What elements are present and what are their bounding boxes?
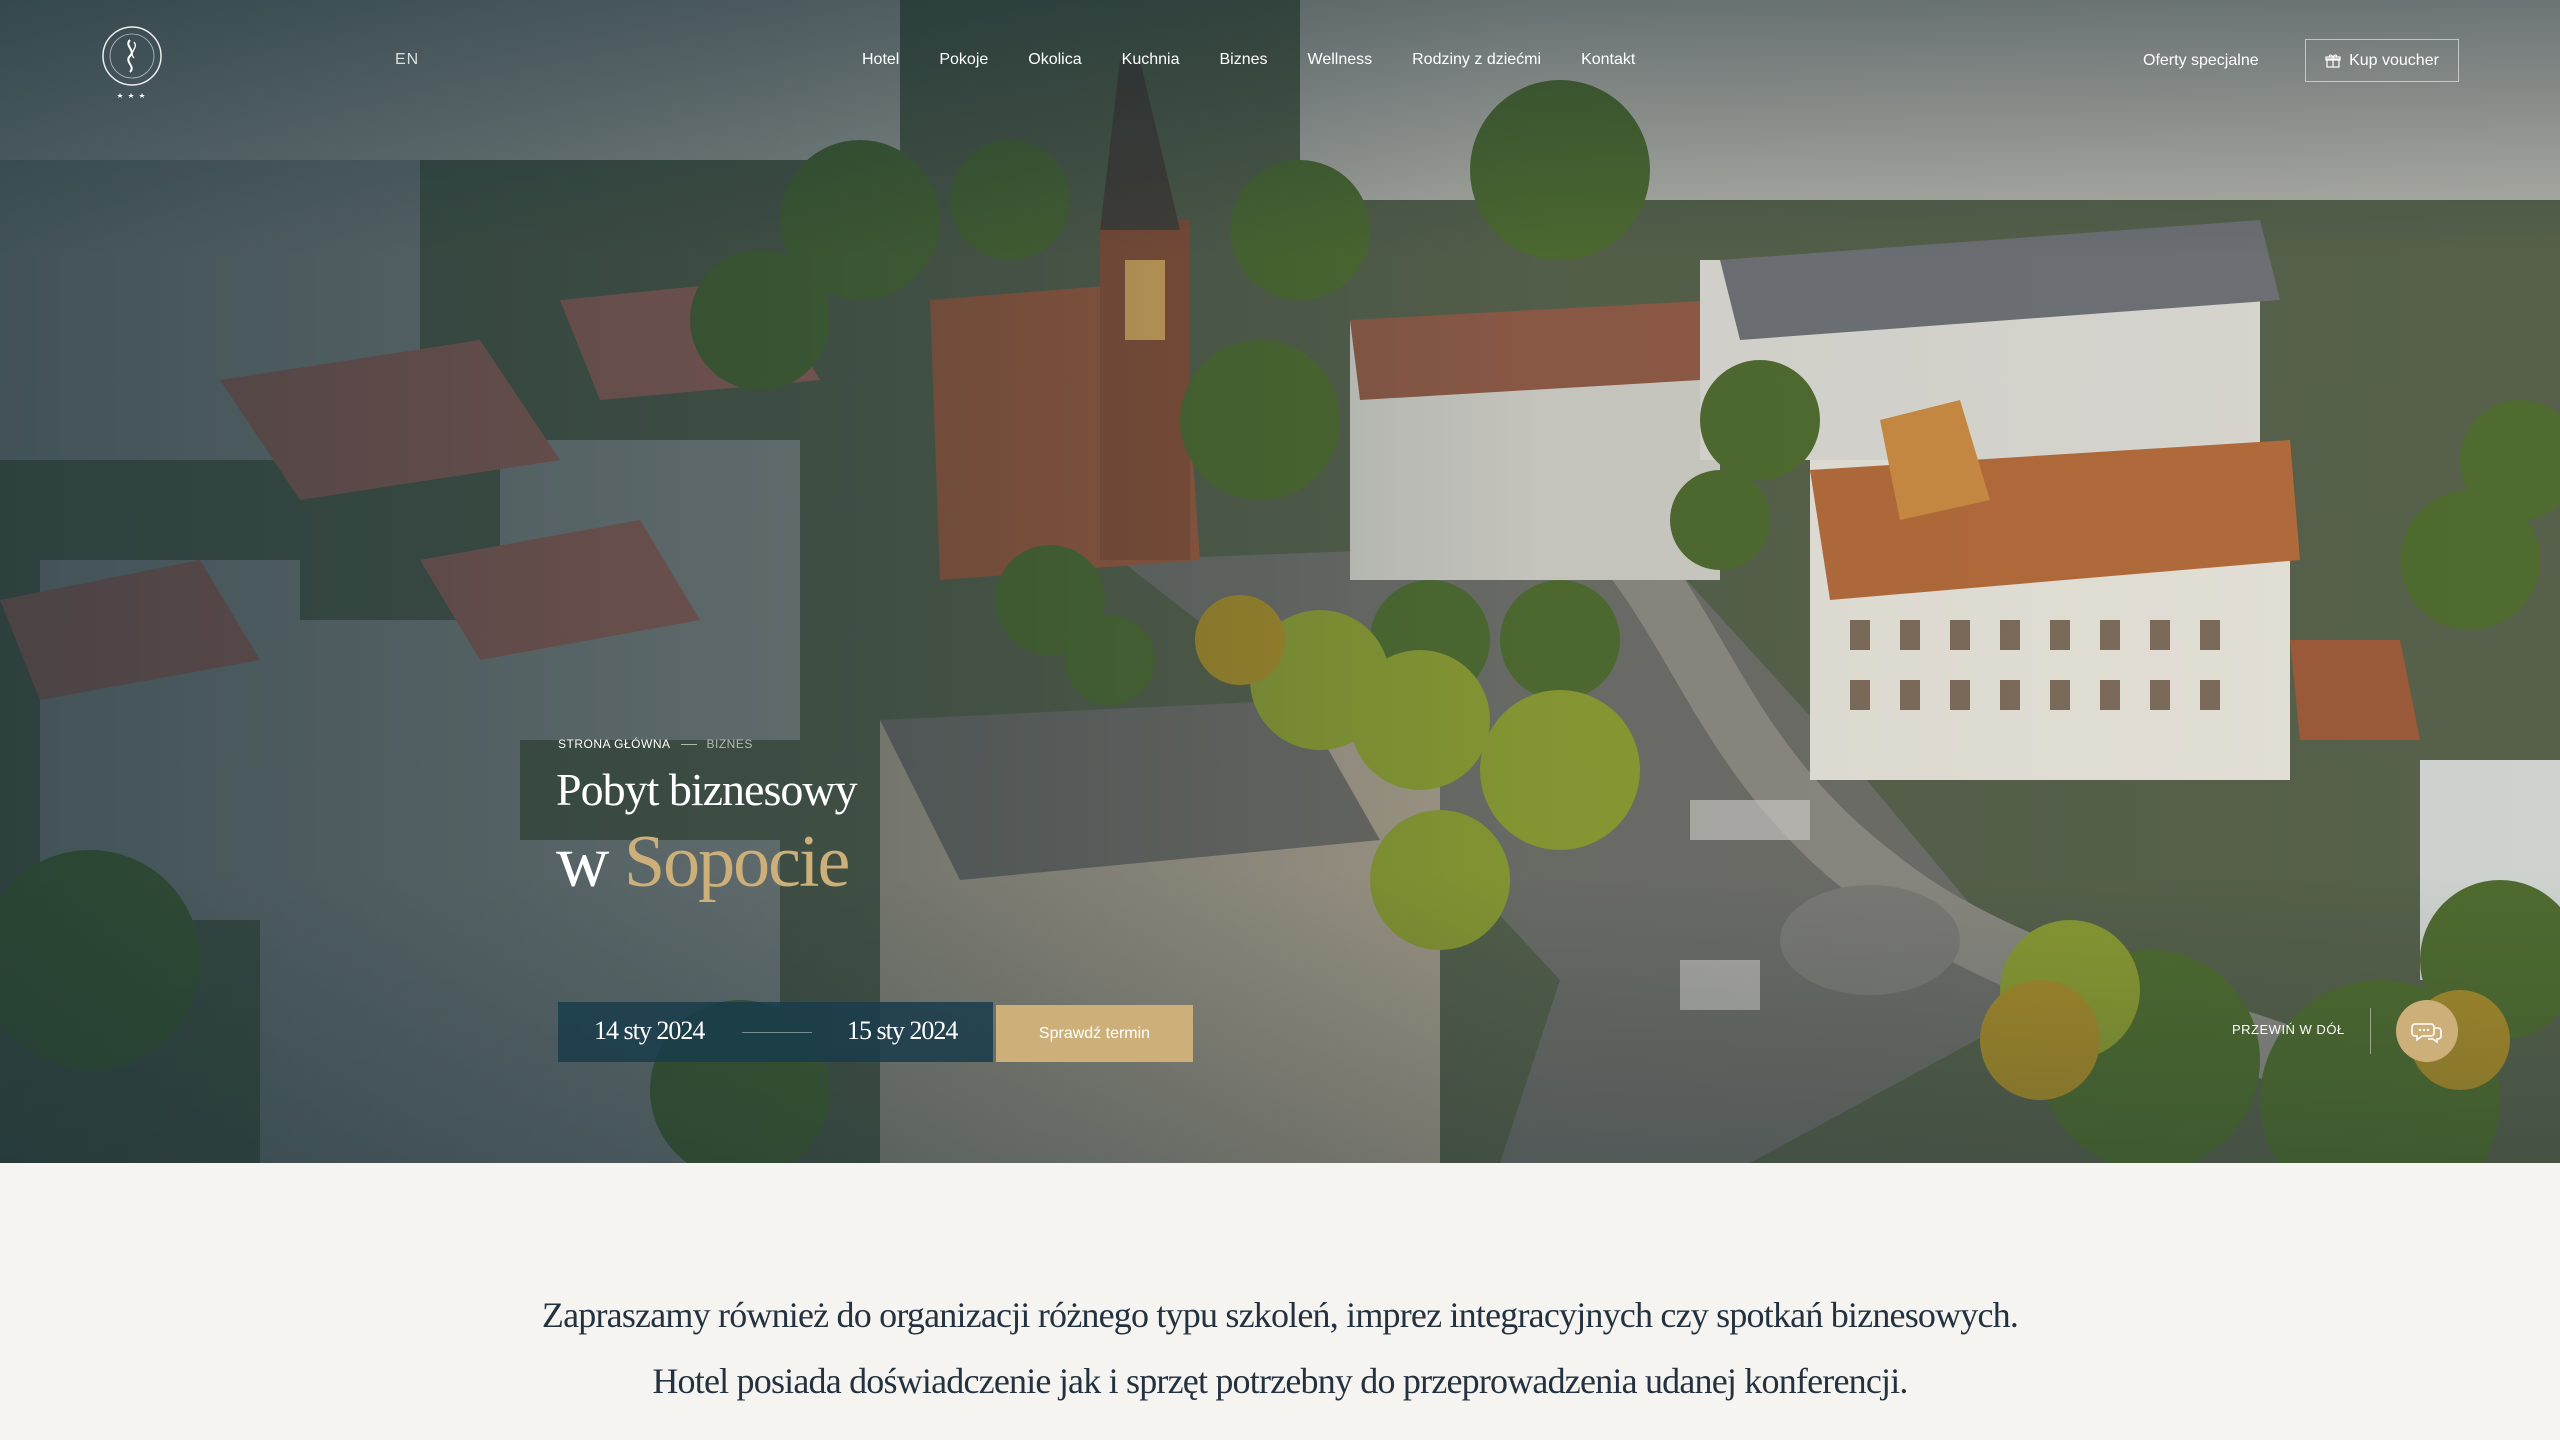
- main-navigation: Hotel Pokoje Okolica Kuchnia Biznes Well…: [862, 48, 1635, 72]
- nav-item-pokoje[interactable]: Pokoje: [939, 48, 988, 72]
- hotel-crest-logo: [102, 26, 162, 98]
- check-out-date[interactable]: 15 sty 2024: [847, 1016, 958, 1046]
- hotel-logo[interactable]: [96, 18, 168, 106]
- page-title-prefix: w: [556, 821, 609, 903]
- breadcrumb-separator: [680, 743, 697, 745]
- nav-item-kontakt[interactable]: Kontakt: [1581, 48, 1635, 72]
- breadcrumb-current: BIZNES: [706, 737, 753, 751]
- chat-button[interactable]: [2396, 1000, 2458, 1062]
- scroll-divider: [2370, 1008, 2371, 1054]
- buy-voucher-label: Kup voucher: [2349, 51, 2439, 69]
- page-title-line2: w Sopocie: [556, 817, 850, 907]
- special-offers-link[interactable]: Oferty specjalne: [2143, 49, 2259, 73]
- nav-item-wellness[interactable]: Wellness: [1308, 48, 1373, 72]
- intro-section: Zapraszamy również do organizacji różneg…: [0, 1163, 2560, 1440]
- scroll-down-link[interactable]: PRZEWIŃ W DÓŁ: [2232, 1022, 2345, 1037]
- nav-item-rodziny[interactable]: Rodziny z dziećmi: [1412, 48, 1541, 72]
- page-title-accent: Sopocie: [623, 821, 850, 903]
- intro-line-1: Zapraszamy również do organizacji różneg…: [541, 1295, 2019, 1335]
- nav-item-hotel[interactable]: Hotel: [862, 48, 899, 72]
- hero-overlay: [0, 0, 2560, 1163]
- nav-item-kuchnia[interactable]: Kuchnia: [1122, 48, 1180, 72]
- chat-bubbles-icon: [2411, 1023, 2442, 1044]
- buy-voucher-button[interactable]: Kup voucher: [2305, 39, 2459, 82]
- breadcrumb: STRONA GŁÓWNA BIZNES: [558, 737, 753, 751]
- check-in-date[interactable]: 14 sty 2024: [594, 1016, 705, 1046]
- intro-line-2: Hotel posiada doświadczenie jak i sprzęt…: [652, 1361, 1908, 1401]
- date-range-separator: [742, 1032, 812, 1033]
- page-title-line1: Pobyt biznesowy: [556, 764, 858, 815]
- breadcrumb-home[interactable]: STRONA GŁÓWNA: [558, 737, 671, 751]
- nav-item-okolica[interactable]: Okolica: [1028, 48, 1081, 72]
- booking-date-range: 14 sty 2024 15 sty 2024: [558, 1002, 993, 1062]
- language-switch-en[interactable]: EN: [395, 51, 419, 69]
- gift-icon: [2325, 54, 2341, 68]
- nav-item-biznes[interactable]: Biznes: [1219, 48, 1267, 72]
- check-availability-button[interactable]: Sprawdź termin: [996, 1005, 1193, 1062]
- hero-section: [0, 0, 2560, 1163]
